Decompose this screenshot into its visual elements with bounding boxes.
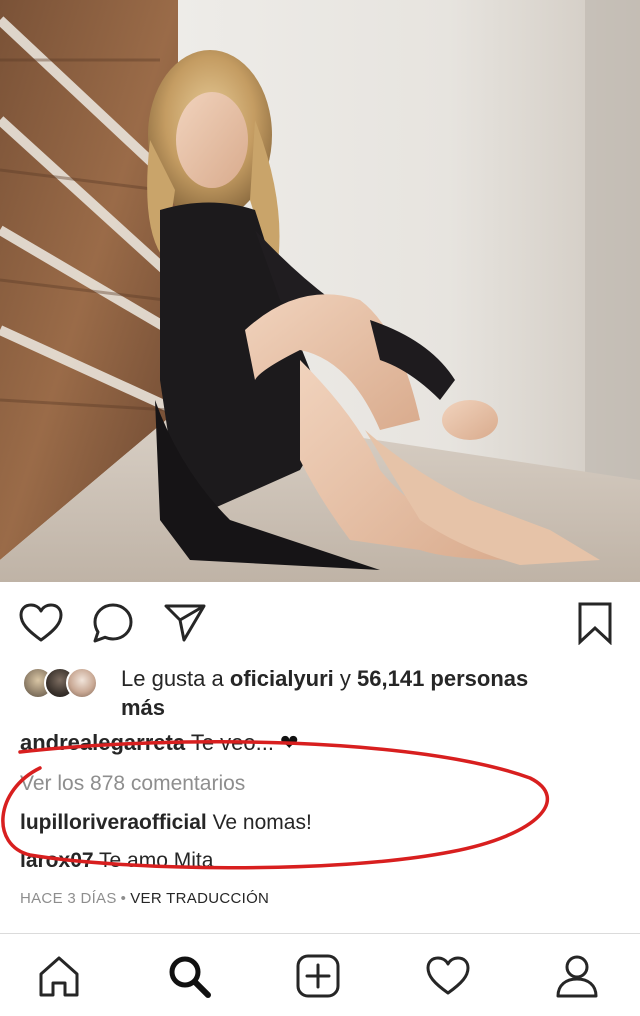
search-icon[interactable]: [163, 950, 215, 1002]
comment-item: larox07 Te amo Mita: [20, 849, 213, 873]
likes-prefix: Le gusta a: [121, 666, 230, 691]
post-time: HACE 3 DÍAS: [20, 890, 117, 907]
meta-separator: •: [120, 890, 127, 907]
heart-emoji-icon: ❤: [280, 730, 299, 755]
likes-count-link[interactable]: 56,141 personas: [357, 666, 528, 691]
share-icon[interactable]: [162, 600, 208, 646]
likes-conjunction: y: [333, 666, 358, 691]
comment-item: lupilloriveraofficial Ve nomas!: [20, 811, 312, 835]
likes-suffix[interactable]: más: [121, 695, 165, 720]
bottom-navigation: [0, 933, 640, 1016]
activity-heart-icon[interactable]: [422, 950, 474, 1002]
bookmark-icon[interactable]: [572, 600, 618, 646]
view-all-comments-link[interactable]: Ver los 878 comentarios: [20, 772, 245, 796]
profile-icon[interactable]: [551, 950, 603, 1002]
post-photo[interactable]: [0, 0, 640, 582]
home-icon[interactable]: [33, 950, 85, 1002]
see-translation-link[interactable]: VER TRADUCCIÓN: [130, 890, 269, 907]
caption-username[interactable]: andrealegarreta: [20, 730, 185, 755]
likes-summary[interactable]: Le gusta a oficialyuri y 56,141 personas…: [20, 663, 620, 723]
comment-username[interactable]: larox07: [20, 849, 94, 872]
comment-icon[interactable]: [90, 600, 136, 646]
comment-text: Te amo Mita: [99, 849, 214, 872]
heart-icon[interactable]: [18, 600, 64, 646]
comment-username[interactable]: lupilloriveraofficial: [20, 811, 207, 834]
avatar: [66, 667, 98, 699]
post-photo-illustration: [0, 0, 640, 582]
post-caption: andrealegarreta Te veo... ❤: [20, 730, 299, 756]
post-action-bar: [0, 592, 640, 652]
caption-text: Te veo...: [190, 730, 274, 755]
liked-by-user-link[interactable]: oficialyuri: [230, 666, 334, 691]
liked-by-avatars: [22, 667, 112, 701]
post-meta: HACE 3 DÍAS • VER TRADUCCIÓN: [20, 890, 269, 907]
likes-text: Le gusta a oficialyuri y 56,141 personas…: [121, 664, 621, 722]
add-post-icon[interactable]: [292, 950, 344, 1002]
comment-text: Ve nomas!: [212, 811, 312, 834]
